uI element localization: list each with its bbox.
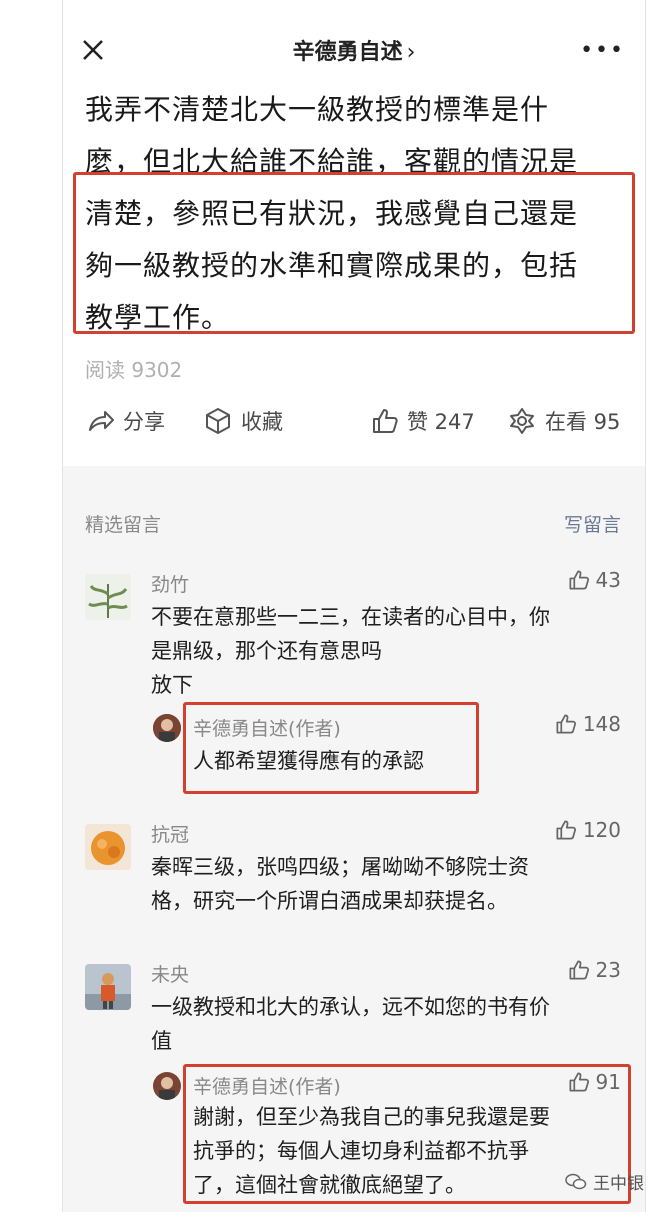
reply-line: 謝謝，但至少為我自己的事兒我還是要 [193,1105,550,1129]
avatar[interactable] [85,824,131,870]
avatar[interactable] [85,964,131,1010]
reply-author-name[interactable]: 辛德勇自述(作者) [193,1072,341,1099]
reply-like-button[interactable]: 148 [555,712,621,736]
person-avatar-image [85,964,131,1010]
more-options-icon[interactable]: ••• [580,38,625,63]
watermark: 王中银 [565,1169,644,1194]
write-comment-link[interactable]: 写留言 [564,510,621,537]
comment-text: 不要在意那些一二三，在读者的心目中，你 是鼎级，那个还有意思吗 放下 [151,600,621,702]
flower-icon [510,408,534,434]
share-icon [89,411,114,431]
favorite-label: 收藏 [241,410,283,434]
reply-author-name[interactable]: 辛德勇自述(作者) [193,714,341,741]
watching-label: 在看 95 [545,410,621,434]
wechat-icon [565,1173,587,1189]
comment-text: 秦晖三级，张鸣四级；屠呦呦不够院士资 格，研究一个所谓白酒成果却获提名。 [151,850,621,918]
like-button[interactable]: 赞 247 [371,406,475,436]
thumbs-up-icon [556,714,576,734]
bamboo-avatar-image [85,574,131,620]
comment-like-button[interactable]: 120 [555,818,621,842]
account-title[interactable]: 辛德勇自述 › [63,34,645,66]
reply-line: 了，這個社會就徹底絕望了。 [193,1173,466,1197]
article-line: 我弄不清楚北大一級教授的標準是什 [85,93,550,126]
watermark-text: 王中银 [593,1174,644,1194]
like-count: 120 [582,818,621,842]
thumbs-up-icon [569,1072,589,1092]
comment-like-button[interactable]: 23 [568,958,621,982]
like-count: 91 [595,1070,621,1094]
action-bar: 分享 收藏 赞 247 在看 95 [63,398,645,448]
account-title-text: 辛德勇自述 [292,40,403,65]
comment-text: 一级教授和北大的承认，远不如您的书有价 值 [151,990,621,1058]
thumbs-up-icon [569,570,589,590]
phone-frame: 辛德勇自述 › ••• 我弄不清楚北大一級教授的標準是什 麼，但北大給誰不給誰，客… [62,0,646,1212]
comments-title: 精选留言 [85,514,162,536]
chevron-right-icon: › [406,40,416,65]
like-label: 赞 247 [407,410,475,434]
cube-icon [206,408,230,434]
thumbs-up-icon [556,820,576,840]
top-bar: 辛德勇自述 › ••• [63,0,645,96]
reply-line: 人都希望獲得應有的承認 [193,749,424,773]
share-button[interactable]: 分享 [87,406,165,436]
comment-line: 放下 [151,673,193,697]
thumbs-up-icon [373,409,398,433]
food-avatar-image [85,824,131,870]
reply-text: 人都希望獲得應有的承認 [193,744,613,778]
commenter-name[interactable]: 劲竹 [151,570,189,597]
like-count: 43 [595,568,621,592]
author-avatar-image [153,1072,181,1100]
highlight-box [73,172,635,334]
reply-line: 抗爭的；每個人連切身利益都不抗爭 [193,1139,529,1163]
like-count: 148 [582,712,621,736]
comments-section: 精选留言 写留言 劲竹 43 不要在意那些一二三，在读者的心目中，你 是鼎级，那… [63,466,645,1212]
comment-line: 值 [151,1029,172,1053]
share-label: 分享 [123,410,165,434]
read-count: 阅读 9302 [85,358,183,382]
like-count: 23 [595,958,621,982]
comment-line: 秦晖三级，张鸣四级；屠呦呦不够院士资 [151,855,529,879]
thumbs-up-icon [569,960,589,980]
author-avatar[interactable] [153,714,181,742]
author-avatar-image [153,714,181,742]
comment-like-button[interactable]: 43 [568,568,621,592]
favorite-button[interactable]: 收藏 [203,406,283,436]
commenter-name[interactable]: 抗冠 [151,820,189,847]
reply-text: 謝謝，但至少為我自己的事兒我還是要 抗爭的；每個人連切身利益都不抗爭 了，這個社… [193,1100,613,1202]
commenter-name[interactable]: 未央 [151,960,189,987]
comment-line: 格，研究一个所谓白酒成果却获提名。 [151,889,508,913]
comment-line: 不要在意那些一二三，在读者的心目中，你 [151,605,550,629]
author-avatar[interactable] [153,1072,181,1100]
watching-button[interactable]: 在看 95 [507,406,620,436]
avatar[interactable] [85,574,131,620]
reply-like-button[interactable]: 91 [568,1070,621,1094]
comment-line: 一级教授和北大的承认，远不如您的书有价 [151,995,550,1019]
comment-line: 是鼎级，那个还有意思吗 [151,639,382,663]
